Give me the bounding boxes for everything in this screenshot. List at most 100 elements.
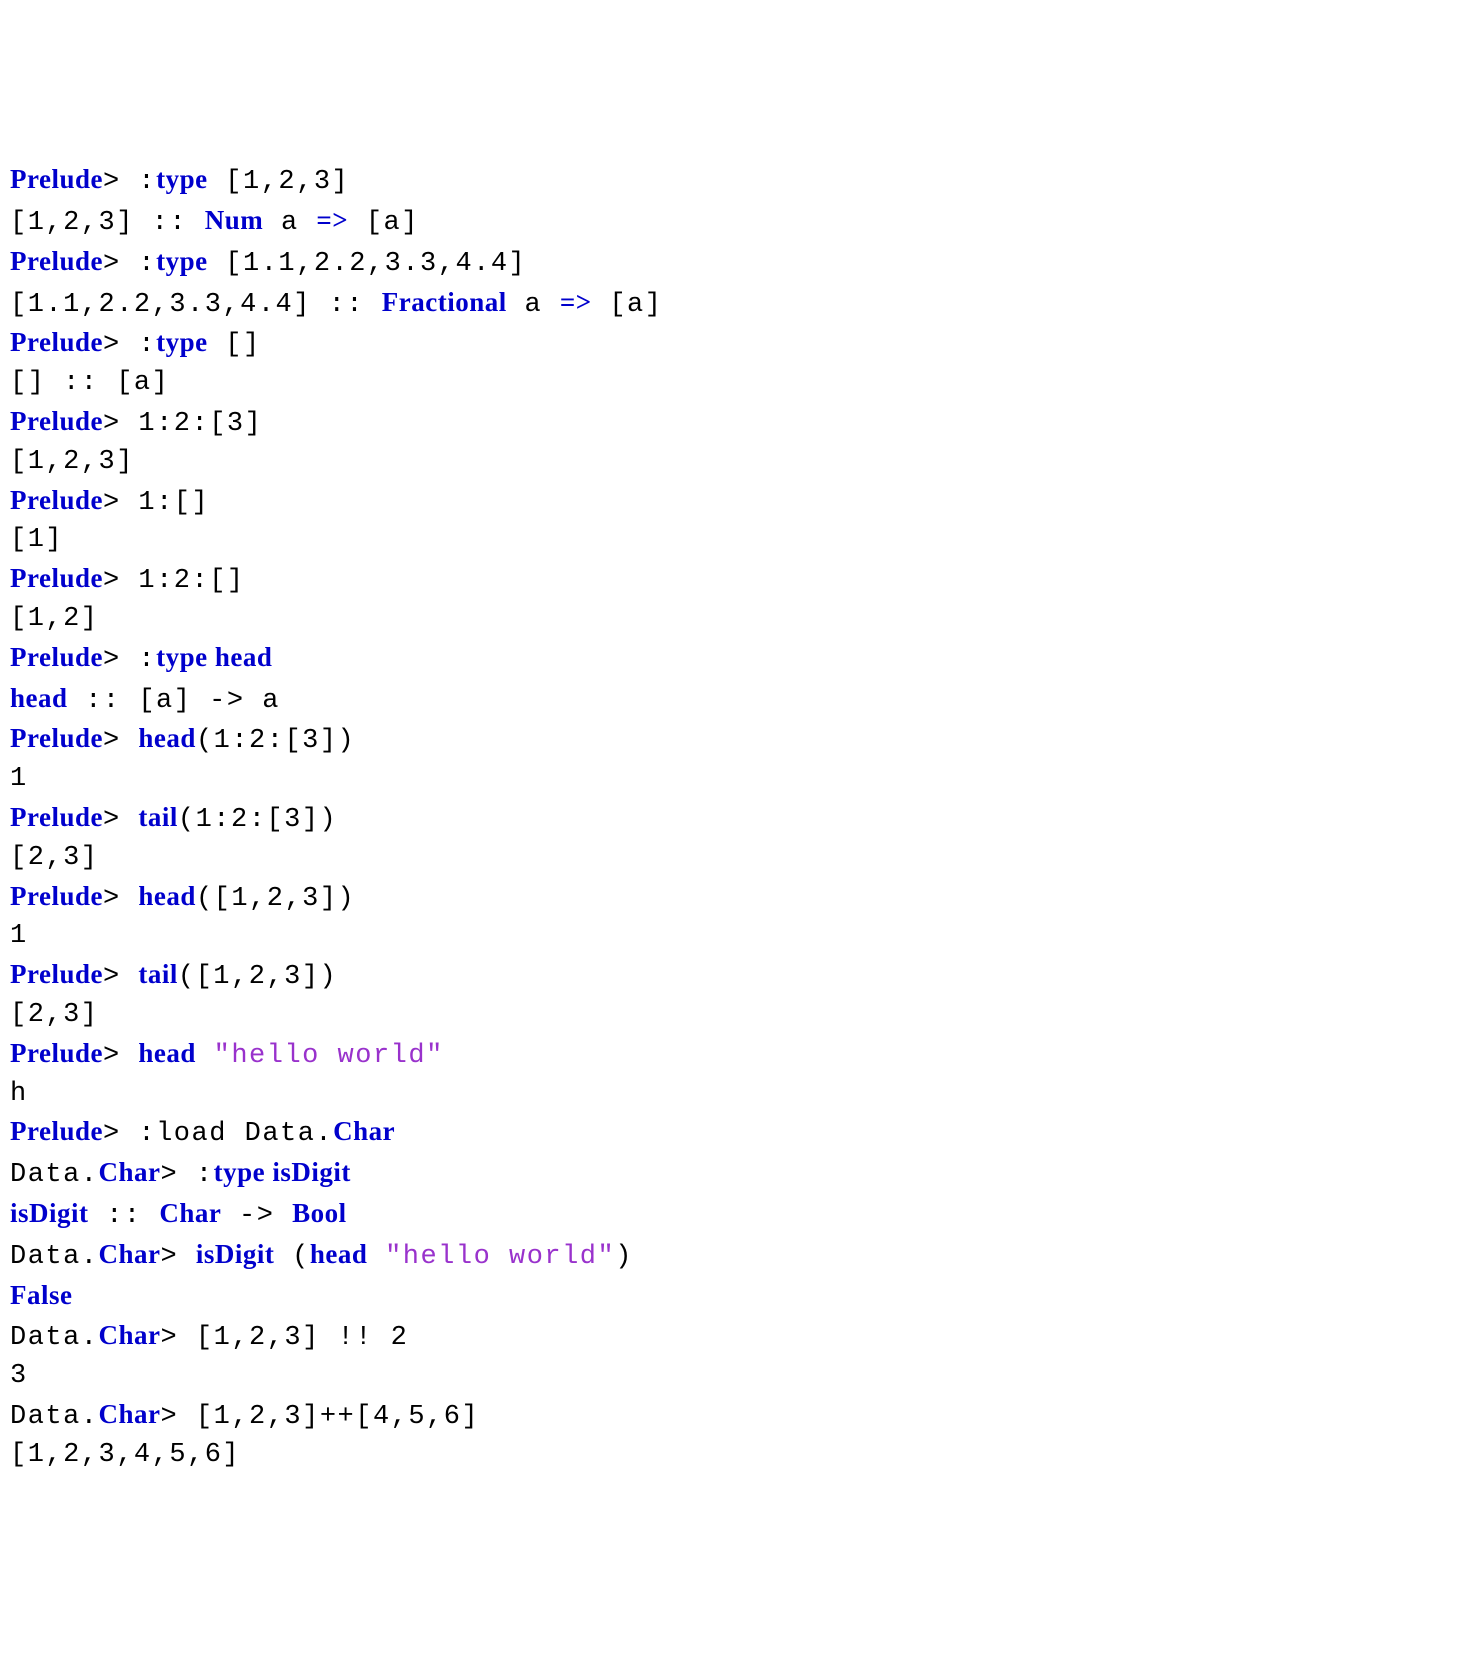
code-segment: Char [99,1239,161,1269]
code-segment: False [10,1280,73,1310]
code-segment: ) [615,1242,633,1272]
code-segment: head [310,1239,368,1269]
code-segment: => [560,287,592,317]
code-segment: > [103,1041,138,1071]
code-line: [1,2] [10,601,1460,639]
code-segment: > 1:2:[] [103,566,245,596]
code-segment: > :load Data. [103,1119,333,1149]
code-segment: > 1:2:[3] [103,409,262,439]
code-line: [1] [10,522,1460,560]
code-segment: Prelude [10,485,103,515]
code-line: Prelude> :load Data.Char [10,1113,1460,1154]
code-segment: head [138,1038,196,1068]
code-line: Prelude> head "hello world" [10,1035,1460,1076]
code-segment: [a] [592,290,663,320]
code-line: 1 [10,761,1460,799]
code-segment: Prelude [10,406,103,436]
code-segment: head [10,683,68,713]
code-segment: a [507,290,560,320]
code-line: [2,3] [10,840,1460,878]
code-segment: [2,3] [10,843,99,873]
code-segment: Prelude [10,723,103,753]
code-line: 3 [10,1358,1460,1396]
code-line: h [10,1076,1460,1114]
code-segment: "hello world" [385,1242,615,1272]
code-segment: Prelude [10,246,103,276]
code-segment: tail [138,959,178,989]
code-segment: 1 [10,921,28,951]
code-segment: -> [221,1201,292,1231]
code-block: Prelude> :type [1,2,3][1,2,3] :: Num a =… [10,161,1460,1474]
code-segment: Prelude [10,881,103,911]
code-line: [1,2,3] :: Num a => [a] [10,202,1460,243]
code-line: head :: [a] -> a [10,680,1460,721]
code-segment: Char [159,1198,221,1228]
code-segment: h [10,1079,28,1109]
code-line: Prelude> 1:[] [10,482,1460,523]
code-segment: Prelude [10,1038,103,1068]
code-line: isDigit :: Char -> Bool [10,1195,1460,1236]
code-segment: [1.1,2.2,3.3,4.4] [208,249,527,279]
code-segment: > [103,726,138,756]
code-segment [367,1242,385,1272]
code-segment: Prelude [10,959,103,989]
code-segment: [a] [348,208,419,238]
code-line: Prelude> :type [1.1,2.2,3.3,4.4] [10,243,1460,284]
code-segment: (1:2:[3]) [196,726,355,756]
code-segment: head [138,723,196,753]
code-line: [1.1,2.2,3.3,4.4] :: Fractional a => [a] [10,284,1460,325]
code-segment: > [1,2,3]++[4,5,6] [161,1402,480,1432]
code-segment: => [316,205,348,235]
code-segment: ( [274,1242,309,1272]
code-segment: Data. [10,1402,99,1432]
code-line: Data.Char> [1,2,3] !! 2 [10,1317,1460,1358]
code-segment: 3 [10,1361,28,1391]
code-segment: [1.1,2.2,3.3,4.4] :: [10,290,382,320]
code-line: [2,3] [10,997,1460,1035]
code-segment: :: [a] -> a [68,686,280,716]
code-segment: > [103,805,138,835]
code-segment: Char [99,1320,161,1350]
code-line: Prelude> tail([1,2,3]) [10,956,1460,997]
code-segment: Prelude [10,164,103,194]
code-line: Prelude> 1:2:[3] [10,403,1460,444]
code-segment: ([1,2,3]) [178,962,337,992]
code-segment: > : [161,1160,214,1190]
code-line: [1,2,3] [10,444,1460,482]
code-segment: [2,3] [10,1000,99,1030]
code-segment: isDigit [196,1239,275,1269]
code-line: Prelude> :type head [10,639,1460,680]
code-segment: > : [103,249,156,279]
code-segment: [1,2,3,4,5,6] [10,1440,240,1470]
code-segment: (1:2:[3]) [178,805,337,835]
code-segment: Prelude [10,1116,103,1146]
code-segment: [1] [10,525,63,555]
code-segment: a [263,208,316,238]
code-segment: type [156,327,208,357]
code-segment: > : [103,645,156,675]
code-segment: isDigit [10,1198,89,1228]
code-segment: Num [205,205,264,235]
code-segment: type [156,246,208,276]
code-segment: type isDigit [214,1157,351,1187]
code-line: 1 [10,918,1460,956]
code-line: Data.Char> :type isDigit [10,1154,1460,1195]
code-segment: Char [99,1399,161,1429]
code-segment: Data. [10,1323,99,1353]
code-segment: Fractional [382,287,507,317]
code-line: Data.Char> isDigit (head "hello world") [10,1236,1460,1277]
code-segment: :: [89,1201,160,1231]
code-segment: Prelude [10,563,103,593]
code-segment: [1,2,3] :: [10,208,205,238]
code-line: Prelude> 1:2:[] [10,560,1460,601]
code-line: Prelude> head(1:2:[3]) [10,720,1460,761]
code-segment [196,1041,214,1071]
code-segment: Char [99,1157,161,1187]
code-line: [] :: [a] [10,365,1460,403]
code-segment: [] :: [a] [10,368,169,398]
code-segment: Data. [10,1242,99,1272]
code-segment: Prelude [10,327,103,357]
code-segment: > [103,962,138,992]
code-segment: [] [208,330,261,360]
code-segment: > [161,1242,196,1272]
